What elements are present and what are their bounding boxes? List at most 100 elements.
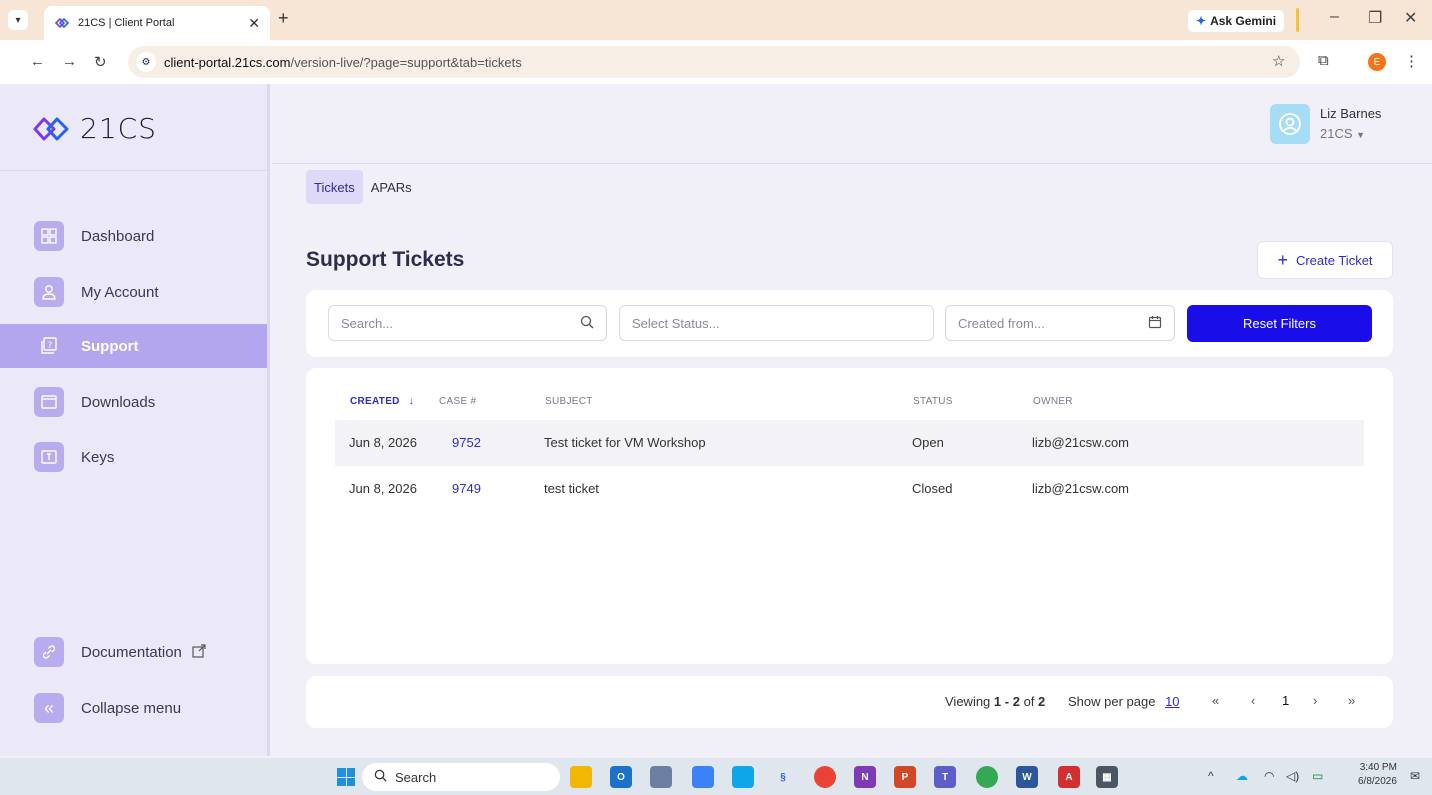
sidebar-item-downloads[interactable]: Downloads <box>0 380 267 424</box>
chrome-icon[interactable] <box>976 766 998 788</box>
page-number-current[interactable]: 1 <box>1282 693 1289 708</box>
notifications-icon[interactable]: ✉ <box>1410 769 1420 783</box>
cell-case-link[interactable]: 9749 <box>452 481 481 496</box>
new-tab-button[interactable]: + <box>278 8 289 29</box>
site-favicon-icon <box>54 15 70 31</box>
cell-owner: lizb@21csw.com <box>1032 481 1130 496</box>
table-row[interactable]: Jun 8, 2026 9752 Test ticket for VM Work… <box>335 420 1364 466</box>
viewing-total: 2 <box>1038 694 1046 709</box>
link-icon <box>34 637 64 667</box>
browser-tab-bar: ▾ 21CS | Client Portal ✕ + ✦ Ask Gemini … <box>0 0 1432 40</box>
onenote-icon[interactable]: N <box>854 766 876 788</box>
os-taskbar: Search O § N P T W A ▦ ^ ☁ ◠ ◁) ▭ 3:40 P… <box>0 758 1432 795</box>
taskbar-clock[interactable]: 3:40 PM 6/8/2026 <box>1358 761 1397 789</box>
ask-gemini-button[interactable]: ✦ Ask Gemini <box>1188 10 1285 32</box>
network-app-icon[interactable] <box>650 766 672 788</box>
column-header-created[interactable]: CREATED ↓ <box>350 396 414 407</box>
file-explorer-icon[interactable] <box>570 766 592 788</box>
grid-icon <box>34 221 64 251</box>
calculator-icon[interactable]: ▦ <box>1096 766 1118 788</box>
tab-apars[interactable]: APARs <box>363 170 420 204</box>
chrome-profile-icon[interactable] <box>814 766 836 788</box>
per-page-select[interactable]: 10 <box>1165 694 1179 709</box>
tray-overflow-icon[interactable]: ^ <box>1208 769 1214 783</box>
search-placeholder: Search... <box>341 315 394 331</box>
ask-gemini-label: Ask Gemini <box>1210 14 1277 28</box>
prev-page-icon[interactable]: ‹ <box>1251 693 1255 708</box>
vscode-like-icon[interactable]: § <box>772 766 794 788</box>
acrobat-icon[interactable]: A <box>1058 766 1080 788</box>
cell-subject: Test ticket for VM Workshop <box>544 435 706 450</box>
viewing-prefix: Viewing <box>945 694 991 709</box>
forward-icon[interactable]: → <box>62 53 77 70</box>
reset-filters-button[interactable]: Reset Filters <box>1187 305 1372 342</box>
clock-time: 3:40 PM <box>1359 762 1397 773</box>
subtabs: Tickets APARs <box>306 170 420 204</box>
onedrive-icon[interactable]: ☁ <box>1236 769 1248 783</box>
wifi-icon[interactable]: ◠ <box>1264 769 1274 783</box>
column-header-owner[interactable]: OWNER <box>1033 396 1073 407</box>
calendar-icon <box>1148 315 1162 332</box>
powerpoint-icon[interactable]: P <box>894 766 916 788</box>
user-name[interactable]: Liz Barnes <box>1320 106 1381 121</box>
taskbar-search-input[interactable]: Search <box>362 763 560 791</box>
back-icon[interactable]: ← <box>30 53 45 70</box>
logo-text: 21CS <box>80 112 157 145</box>
reload-icon[interactable]: ↻ <box>94 53 107 71</box>
last-page-icon[interactable]: » <box>1348 693 1355 708</box>
windows-start-icon[interactable] <box>337 768 355 786</box>
remote-desktop-icon[interactable] <box>732 766 754 788</box>
search-input[interactable]: Search... <box>328 305 607 341</box>
browser-tab[interactable]: 21CS | Client Portal ✕ <box>44 6 270 40</box>
bookmark-star-icon[interactable]: ☆ <box>1272 52 1285 70</box>
sidebar-item-label: Collapse menu <box>81 699 182 717</box>
created-from-date-input[interactable]: Created from... <box>945 305 1175 341</box>
tab-close-icon[interactable]: ✕ <box>248 15 260 32</box>
outlook-icon[interactable]: O <box>610 766 632 788</box>
sidebar-item-collapse[interactable]: « Collapse menu <box>0 686 267 730</box>
folder-icon <box>34 387 64 417</box>
url-input[interactable]: ⚙ client-portal.21cs.com/version-live/?p… <box>128 46 1300 78</box>
sidebar: 21CS Dashboard My Account ? Support Down… <box>0 84 270 756</box>
sidebar-item-keys[interactable]: Keys <box>0 435 267 479</box>
minimize-icon[interactable]: – <box>1330 8 1339 26</box>
volume-icon[interactable]: ◁) <box>1286 769 1299 783</box>
viewing-summary: Viewing 1 - 2 of 2 <box>945 694 1045 709</box>
status-select[interactable]: Select Status... <box>619 305 934 341</box>
column-header-case[interactable]: CASE # <box>439 396 476 407</box>
double-chevron-left-icon: « <box>34 693 64 723</box>
next-page-icon[interactable]: › <box>1313 693 1317 708</box>
of-label: of <box>1023 694 1035 709</box>
sidebar-item-support[interactable]: ? Support <box>0 324 267 368</box>
restore-icon[interactable]: ❐ <box>1368 8 1382 28</box>
sidebar-item-dashboard[interactable]: Dashboard <box>0 214 267 258</box>
browser-profile-avatar[interactable]: E <box>1368 53 1386 71</box>
teams-icon[interactable]: T <box>934 766 956 788</box>
column-header-subject[interactable]: SUBJECT <box>545 396 593 407</box>
first-page-icon[interactable]: « <box>1212 693 1219 708</box>
table-row[interactable]: Jun 8, 2026 9749 test ticket Closed lizb… <box>335 466 1364 512</box>
cell-created: Jun 8, 2026 <box>349 435 417 450</box>
extensions-icon[interactable]: ⧉ <box>1318 52 1329 69</box>
page-title: Support Tickets <box>306 248 465 271</box>
user-org-dropdown[interactable]: 21CS ▼ <box>1320 126 1365 141</box>
column-header-status[interactable]: STATUS <box>913 396 953 407</box>
tab-search-button[interactable]: ▾ <box>8 10 28 30</box>
site-info-icon[interactable]: ⚙ <box>136 52 156 72</box>
logo[interactable]: 21CS <box>32 112 157 145</box>
sidebar-item-my-account[interactable]: My Account <box>0 270 267 314</box>
tickets-table: CREATED ↓ CASE # SUBJECT STATUS OWNER Ju… <box>306 368 1393 664</box>
tab-tickets[interactable]: Tickets <box>306 170 363 204</box>
cell-owner: lizb@21csw.com <box>1032 435 1130 450</box>
security-app-icon[interactable] <box>692 766 714 788</box>
close-window-icon[interactable]: ✕ <box>1404 8 1417 28</box>
battery-icon[interactable]: ▭ <box>1312 769 1323 783</box>
gemini-icon: ✦ <box>1196 14 1207 28</box>
create-ticket-button[interactable]: + Create Ticket <box>1257 241 1393 279</box>
word-icon[interactable]: W <box>1016 766 1038 788</box>
browser-menu-icon[interactable]: ⋮ <box>1404 52 1419 70</box>
cell-case-link[interactable]: 9752 <box>452 435 481 450</box>
sidebar-item-documentation[interactable]: Documentation <box>0 630 267 674</box>
avatar[interactable] <box>1270 104 1310 144</box>
user-org: 21CS <box>1320 126 1353 141</box>
